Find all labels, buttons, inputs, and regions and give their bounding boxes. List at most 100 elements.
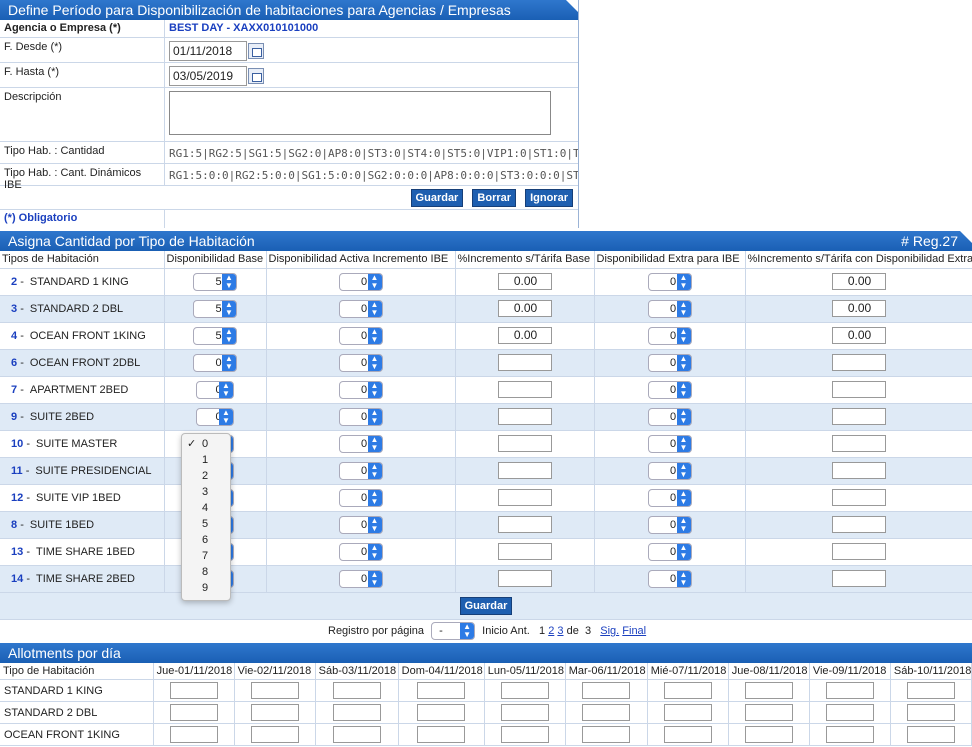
from-calendar-icon[interactable] xyxy=(248,43,264,59)
increment-base-input[interactable]: 0.00 xyxy=(497,273,552,290)
dropdown-option[interactable]: 7 xyxy=(182,548,230,564)
active-increment-select[interactable]: 0 ▲ ▼ xyxy=(338,434,383,453)
from-date-input[interactable]: 01/11/2018 xyxy=(169,41,247,61)
extra-availability-select[interactable]: 0 ▲ ▼ xyxy=(647,380,692,399)
active-increment-select[interactable]: 0 ▲ ▼ xyxy=(338,272,383,291)
increment-base-input[interactable] xyxy=(497,489,552,506)
last-link[interactable]: Final xyxy=(622,625,646,637)
page-size-select[interactable]: - ▲ ▼ xyxy=(431,622,476,640)
extra-availability-select[interactable]: 0 ▲ ▼ xyxy=(647,407,692,426)
extra-availability-select[interactable]: 0 ▲ ▼ xyxy=(647,542,692,561)
base-availability-dropdown[interactable]: ✓ 0 1 2 3 4 5 6 7 8 9 xyxy=(181,433,231,601)
dropdown-option[interactable]: 2 xyxy=(182,468,230,484)
allotment-input[interactable] xyxy=(332,682,381,699)
increment-base-input[interactable] xyxy=(497,408,552,425)
active-increment-select[interactable]: 0 ▲ ▼ xyxy=(338,515,383,534)
active-increment-select[interactable]: 0 ▲ ▼ xyxy=(338,380,383,399)
allotment-input[interactable] xyxy=(169,704,218,721)
increment-base-input[interactable] xyxy=(497,570,552,587)
ignore-button[interactable]: Ignorar xyxy=(525,189,573,207)
page-2-link[interactable]: 2 xyxy=(548,625,554,637)
room-type-number[interactable]: 14 xyxy=(11,573,23,585)
save-rooms-button[interactable]: Guardar xyxy=(459,596,513,615)
allotment-input[interactable] xyxy=(906,682,955,699)
allotment-input[interactable] xyxy=(250,704,299,721)
extra-availability-select[interactable]: 0 ▲ ▼ xyxy=(647,299,692,318)
room-type-number[interactable]: 10 xyxy=(11,438,23,450)
active-increment-select[interactable]: 0 ▲ ▼ xyxy=(338,569,383,588)
room-type-number[interactable]: 4 xyxy=(11,330,17,342)
increment-base-input[interactable] xyxy=(497,354,552,371)
allotment-input[interactable] xyxy=(250,682,299,699)
increment-extra-input[interactable] xyxy=(831,543,886,560)
extra-availability-select[interactable]: 0 ▲ ▼ xyxy=(647,434,692,453)
allotment-input[interactable] xyxy=(250,726,299,743)
allotment-input[interactable] xyxy=(663,682,712,699)
extra-availability-select[interactable]: 0 ▲ ▼ xyxy=(647,488,692,507)
base-availability-select[interactable]: 5 ▲ ▼ xyxy=(193,326,237,345)
allotment-input[interactable] xyxy=(332,726,381,743)
save-period-button[interactable]: Guardar xyxy=(410,189,464,207)
increment-extra-input[interactable] xyxy=(831,435,886,452)
base-availability-select[interactable]: 0▲▼ xyxy=(196,407,234,426)
allotment-input[interactable] xyxy=(417,704,466,721)
dropdown-option[interactable]: 6 xyxy=(182,532,230,548)
extra-availability-select[interactable]: 0 ▲ ▼ xyxy=(647,326,692,345)
active-increment-select[interactable]: 0 ▲ ▼ xyxy=(338,299,383,318)
allotment-input[interactable] xyxy=(582,704,631,721)
increment-base-input[interactable] xyxy=(497,516,552,533)
to-date-input[interactable]: 03/05/2019 xyxy=(169,66,247,86)
increment-extra-input[interactable] xyxy=(831,354,886,371)
increment-base-input[interactable] xyxy=(497,381,552,398)
allotment-input[interactable] xyxy=(906,726,955,743)
room-type-number[interactable]: 8 xyxy=(11,519,17,531)
next-link[interactable]: Sig. xyxy=(600,625,619,637)
allotment-input[interactable] xyxy=(500,704,549,721)
extra-availability-select[interactable]: 0 ▲ ▼ xyxy=(647,515,692,534)
increment-base-input[interactable] xyxy=(497,543,552,560)
allotment-input[interactable] xyxy=(417,726,466,743)
description-textarea[interactable] xyxy=(169,91,551,135)
increment-extra-input[interactable] xyxy=(831,462,886,479)
active-increment-select[interactable]: 0 ▲ ▼ xyxy=(338,326,383,345)
to-calendar-icon[interactable] xyxy=(248,68,264,84)
base-availability-select[interactable]: 5 ▲ ▼ xyxy=(193,299,237,318)
dropdown-option[interactable]: 1 xyxy=(182,452,230,468)
dropdown-option[interactable]: ✓ 0 xyxy=(182,436,230,452)
allotment-input[interactable] xyxy=(825,704,874,721)
allotment-input[interactable] xyxy=(500,726,549,743)
allotment-input[interactable] xyxy=(663,704,712,721)
extra-availability-select[interactable]: 0 ▲ ▼ xyxy=(647,461,692,480)
room-type-number[interactable]: 6 xyxy=(11,357,17,369)
dropdown-option[interactable]: 9 xyxy=(182,580,230,596)
increment-base-input[interactable]: 0.00 xyxy=(497,327,552,344)
increment-extra-input[interactable]: 0.00 xyxy=(831,273,886,290)
increment-extra-input[interactable] xyxy=(831,381,886,398)
extra-availability-select[interactable]: 0 ▲ ▼ xyxy=(647,272,692,291)
allotment-input[interactable] xyxy=(825,682,874,699)
allotment-input[interactable] xyxy=(582,726,631,743)
allotment-input[interactable] xyxy=(582,682,631,699)
active-increment-select[interactable]: 0 ▲ ▼ xyxy=(338,407,383,426)
room-type-number[interactable]: 11 xyxy=(11,465,23,477)
allotment-input[interactable] xyxy=(744,704,793,721)
page-3-link[interactable]: 3 xyxy=(557,625,563,637)
allotment-input[interactable] xyxy=(500,682,549,699)
room-type-number[interactable]: 12 xyxy=(11,492,23,504)
allotment-input[interactable] xyxy=(663,726,712,743)
room-type-number[interactable]: 7 xyxy=(11,384,17,396)
base-availability-select[interactable]: 0▲▼ xyxy=(196,380,234,399)
dropdown-option[interactable]: 8 xyxy=(182,564,230,580)
increment-extra-input[interactable] xyxy=(831,408,886,425)
allotment-input[interactable] xyxy=(417,682,466,699)
increment-extra-input[interactable] xyxy=(831,489,886,506)
base-availability-select[interactable]: 0▲▼ xyxy=(193,353,237,372)
page-1[interactable]: 1 xyxy=(539,625,545,637)
extra-availability-select[interactable]: 0 ▲ ▼ xyxy=(647,569,692,588)
allotment-input[interactable] xyxy=(906,704,955,721)
active-increment-select[interactable]: 0 ▲ ▼ xyxy=(338,461,383,480)
active-increment-select[interactable]: 0 ▲ ▼ xyxy=(338,353,383,372)
increment-extra-input[interactable]: 0.00 xyxy=(831,300,886,317)
base-availability-select[interactable]: 5 ▲ ▼ xyxy=(193,272,237,291)
increment-extra-input[interactable] xyxy=(831,516,886,533)
